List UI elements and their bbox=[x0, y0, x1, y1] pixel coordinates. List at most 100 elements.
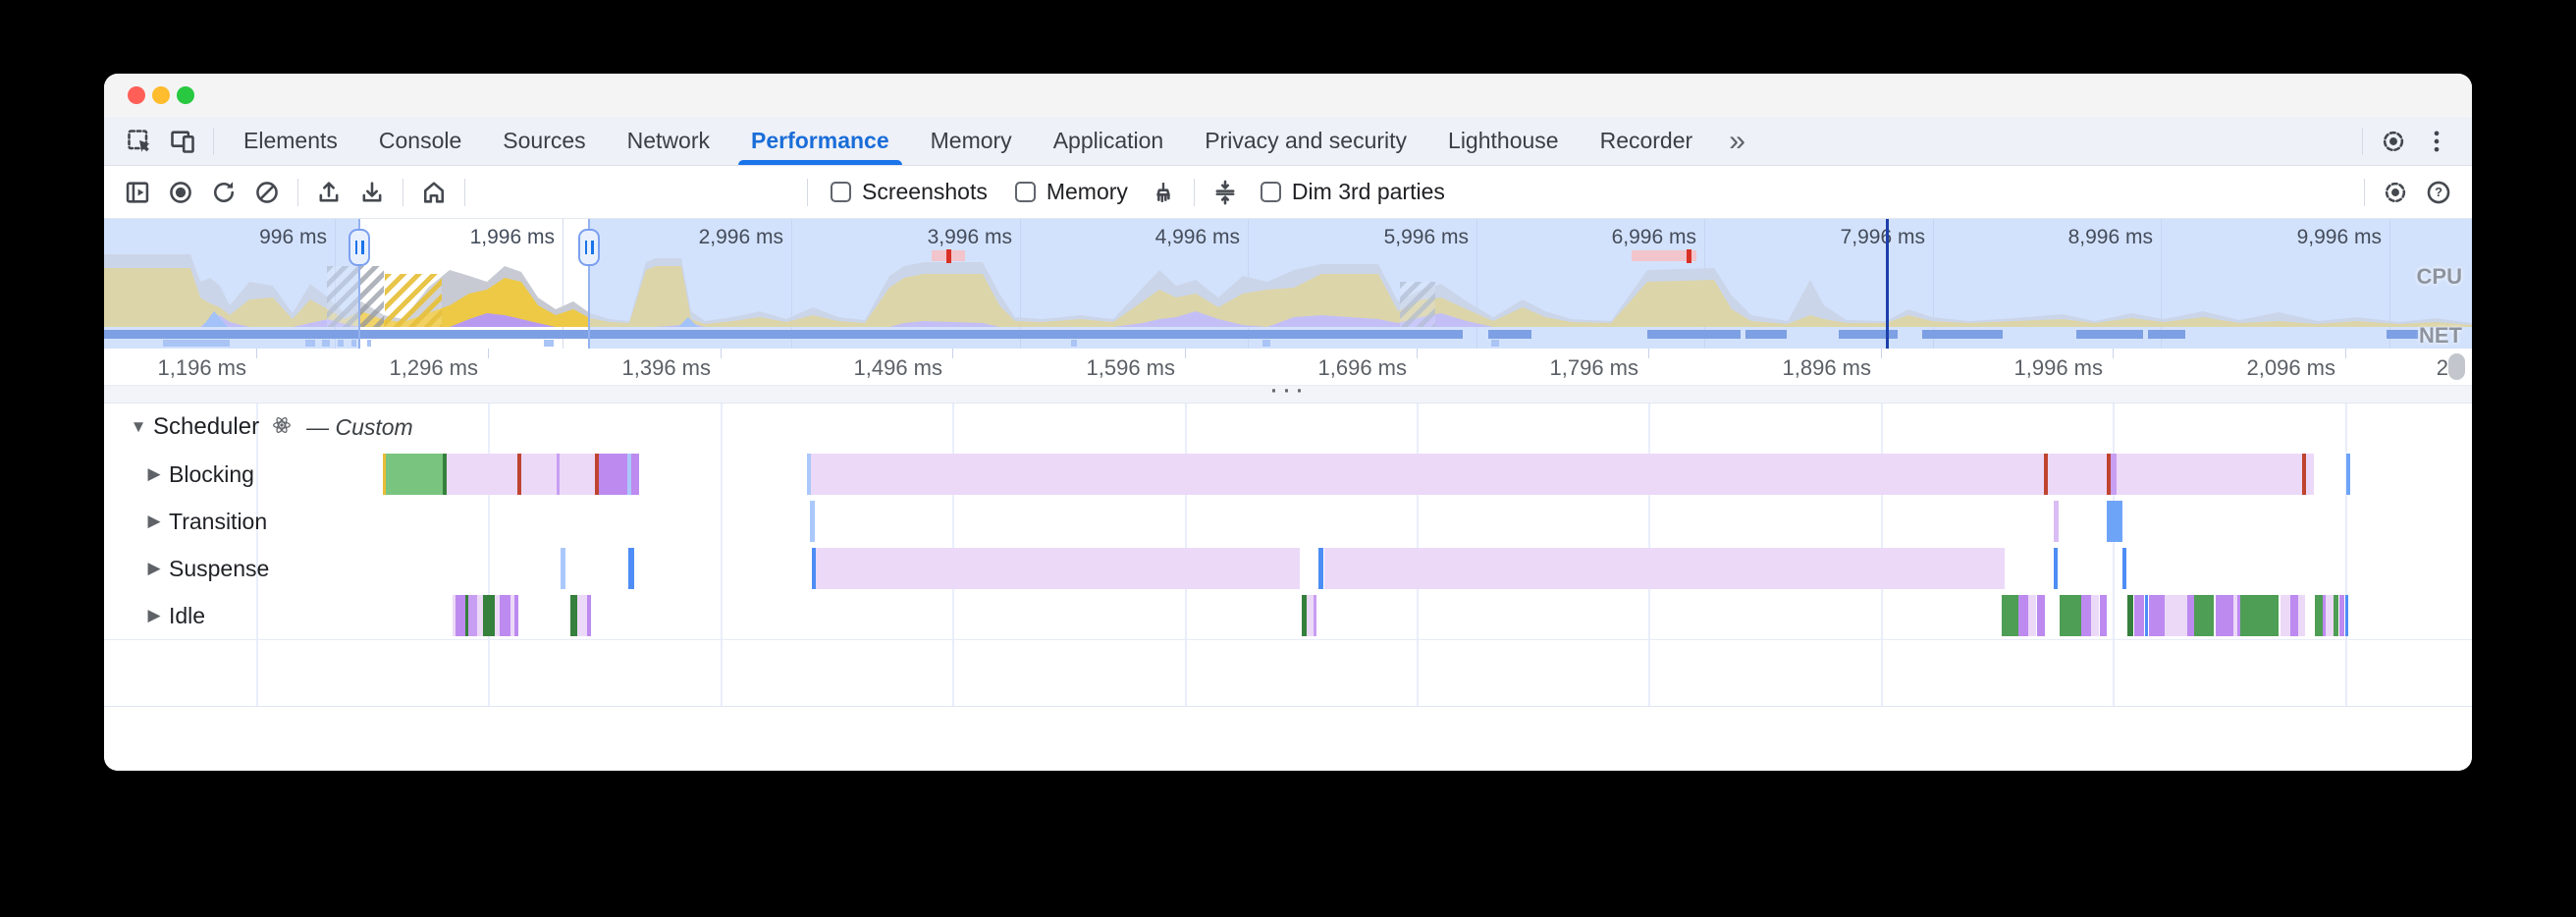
flame-bar-idle[interactable] bbox=[2018, 595, 2028, 636]
flame-bar-idle[interactable] bbox=[2339, 595, 2344, 636]
flame-bar-idle[interactable] bbox=[2240, 595, 2279, 636]
right-selection-handle[interactable] bbox=[578, 229, 600, 266]
flame-bar-blocking[interactable] bbox=[2306, 454, 2314, 495]
minimize-window-button[interactable] bbox=[152, 86, 170, 104]
flame-bar-transition[interactable] bbox=[2107, 501, 2122, 542]
flamechart-tracks[interactable]: ▼Scheduler— Custom▶Blocking▶Transition▶S… bbox=[104, 404, 2472, 706]
vertical-scrollbar-thumb[interactable] bbox=[2448, 353, 2465, 380]
flame-bar-idle[interactable] bbox=[2334, 595, 2338, 636]
flame-bar-idle[interactable] bbox=[2194, 595, 2214, 636]
flame-bar-suspense[interactable] bbox=[1318, 548, 1323, 589]
flame-bar-transition[interactable] bbox=[810, 501, 815, 542]
flame-bar-suspense[interactable] bbox=[816, 548, 1300, 589]
expand-arrow-icon[interactable]: ▶ bbox=[139, 559, 169, 578]
track-group-header-scheduler[interactable]: ▼Scheduler— Custom bbox=[124, 404, 413, 451]
flame-bar-idle[interactable] bbox=[570, 595, 577, 636]
load-profile-icon[interactable] bbox=[307, 171, 350, 214]
more-tabs-icon[interactable]: » bbox=[1713, 127, 1761, 156]
collapse-arrow-icon[interactable]: ▼ bbox=[124, 417, 153, 437]
collapse-recording-icon[interactable] bbox=[1204, 171, 1247, 214]
left-selection-handle[interactable] bbox=[349, 229, 370, 266]
maximize-window-button[interactable] bbox=[177, 86, 194, 104]
flame-bar-idle[interactable] bbox=[577, 595, 587, 636]
flame-bar-blocking[interactable] bbox=[599, 454, 627, 495]
flame-bar-idle[interactable] bbox=[2134, 595, 2144, 636]
save-profile-icon[interactable] bbox=[350, 171, 394, 214]
flame-bar-idle[interactable] bbox=[2149, 595, 2165, 636]
tab-lighthouse[interactable]: Lighthouse bbox=[1427, 117, 1580, 165]
flame-bar-transition[interactable] bbox=[2054, 501, 2059, 542]
flame-bar-idle[interactable] bbox=[2100, 595, 2107, 636]
flame-bar-idle[interactable] bbox=[2187, 595, 2194, 636]
flame-bar-idle[interactable] bbox=[2002, 595, 2018, 636]
flame-bar-idle[interactable] bbox=[500, 595, 510, 636]
flame-bar-blocking[interactable] bbox=[631, 454, 639, 495]
garbage-collect-brush-icon[interactable] bbox=[1142, 171, 1185, 214]
flame-bar-blocking[interactable] bbox=[811, 454, 2044, 495]
track-row-blocking[interactable]: ▶Blocking bbox=[139, 451, 254, 498]
flame-bar-idle[interactable] bbox=[587, 595, 591, 636]
flame-bar-idle[interactable] bbox=[2326, 595, 2334, 636]
settings-gear-icon[interactable] bbox=[2372, 120, 2415, 163]
tab-elements[interactable]: Elements bbox=[223, 117, 358, 165]
flame-bar-idle[interactable] bbox=[2037, 595, 2045, 636]
dim-3rd-parties-checkbox[interactable] bbox=[1261, 182, 1281, 202]
expand-arrow-icon[interactable]: ▶ bbox=[139, 512, 169, 531]
flame-bar-blocking[interactable] bbox=[521, 454, 557, 495]
flame-bar-suspense[interactable] bbox=[628, 548, 634, 589]
flame-bar-blocking[interactable] bbox=[2048, 454, 2107, 495]
flame-bar-idle[interactable] bbox=[1307, 595, 1314, 636]
flame-bar-idle[interactable] bbox=[514, 595, 518, 636]
tab-sources[interactable]: Sources bbox=[482, 117, 606, 165]
flame-bar-idle[interactable] bbox=[2060, 595, 2081, 636]
tab-console[interactable]: Console bbox=[358, 117, 482, 165]
flame-bar-idle[interactable] bbox=[468, 595, 477, 636]
flame-bar-suspense[interactable] bbox=[2122, 548, 2126, 589]
panel-resize-handle[interactable]: ··· bbox=[104, 386, 2472, 404]
flame-bar-blocking[interactable] bbox=[386, 454, 446, 495]
expand-arrow-icon[interactable]: ▶ bbox=[139, 464, 169, 484]
timeline-overview[interactable]: 996 ms1,996 ms2,996 ms3,996 ms4,996 ms5,… bbox=[104, 219, 2472, 349]
flame-bar-idle[interactable] bbox=[2127, 595, 2133, 636]
flame-bar-idle[interactable] bbox=[2281, 595, 2290, 636]
flame-bar-idle[interactable] bbox=[456, 595, 465, 636]
inspect-icon[interactable] bbox=[118, 120, 161, 163]
flame-bar-idle[interactable] bbox=[2081, 595, 2091, 636]
flame-bar-suspense[interactable] bbox=[561, 548, 565, 589]
live-metrics-home-icon[interactable] bbox=[412, 171, 456, 214]
tab-privacy-and-security[interactable]: Privacy and security bbox=[1184, 117, 1427, 165]
capture-settings-gear-icon[interactable] bbox=[2374, 171, 2417, 214]
help-icon[interactable]: ? bbox=[2417, 171, 2460, 214]
flame-bar-blocking[interactable] bbox=[2117, 454, 2302, 495]
resize-grip-dots[interactable]: ··· bbox=[1269, 386, 1308, 394]
flame-bar-blocking[interactable] bbox=[560, 454, 595, 495]
clear-icon[interactable] bbox=[245, 171, 289, 214]
record-reload-icon[interactable] bbox=[202, 171, 245, 214]
flame-bar-idle[interactable] bbox=[2145, 595, 2148, 636]
flame-bar-idle[interactable] bbox=[2298, 595, 2305, 636]
tab-network[interactable]: Network bbox=[607, 117, 730, 165]
flame-bar-idle[interactable] bbox=[1314, 595, 1316, 636]
flame-bar-idle[interactable] bbox=[2216, 595, 2233, 636]
more-options-icon[interactable] bbox=[2415, 120, 2458, 163]
tab-recorder[interactable]: Recorder bbox=[1580, 117, 1714, 165]
flame-bar-blocking[interactable] bbox=[2346, 454, 2350, 495]
track-row-idle[interactable]: ▶Idle bbox=[139, 592, 205, 639]
flame-bar-idle[interactable] bbox=[2290, 595, 2298, 636]
track-row-suspense[interactable]: ▶Suspense bbox=[139, 545, 269, 592]
flame-bar-suspense[interactable] bbox=[2054, 548, 2058, 589]
flame-bar-suspense[interactable] bbox=[1324, 548, 2005, 589]
timeline-ruler[interactable]: 1,196 ms1,296 ms1,396 ms1,496 ms1,596 ms… bbox=[104, 349, 2472, 386]
record-icon[interactable] bbox=[159, 171, 202, 214]
flame-bar-idle[interactable] bbox=[2165, 595, 2187, 636]
track-row-transition[interactable]: ▶Transition bbox=[139, 498, 267, 545]
window-titlebar[interactable] bbox=[104, 74, 2472, 117]
flame-bar-blocking[interactable] bbox=[447, 454, 517, 495]
screenshots-checkbox[interactable] bbox=[831, 182, 851, 202]
flame-bar-idle[interactable] bbox=[483, 595, 495, 636]
flame-bar-idle[interactable] bbox=[2091, 595, 2099, 636]
device-toolbar-icon[interactable] bbox=[161, 120, 204, 163]
memory-checkbox[interactable] bbox=[1015, 182, 1036, 202]
tab-application[interactable]: Application bbox=[1033, 117, 1185, 165]
tab-memory[interactable]: Memory bbox=[910, 117, 1033, 165]
